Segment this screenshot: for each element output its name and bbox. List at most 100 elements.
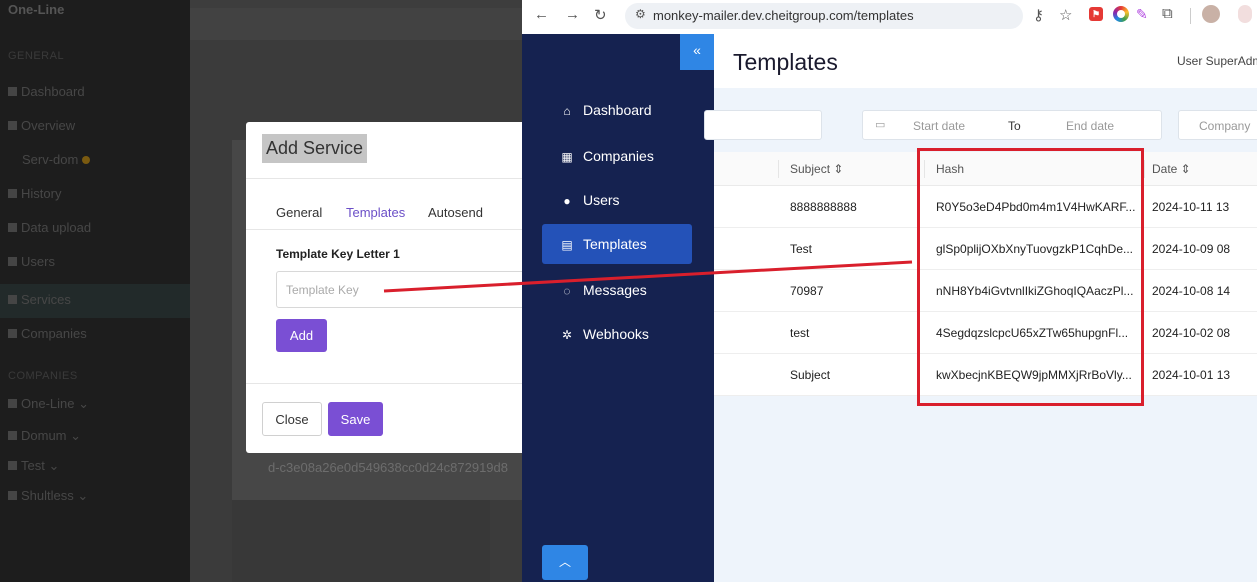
- background-company-domum: Domum ⌄: [8, 428, 81, 444]
- sidebar-item-templates[interactable]: ▤ Templates: [542, 224, 692, 264]
- divider: [246, 229, 522, 230]
- date-range-picker[interactable]: ▭ Start date To End date: [862, 110, 1162, 140]
- background-item-companies: Companies: [8, 326, 87, 341]
- background-item-serv-dom: Serv-dom: [22, 152, 91, 167]
- save-button[interactable]: Save: [328, 402, 383, 436]
- table-header: Subject ⇕ Hash Date ⇕: [714, 152, 1257, 186]
- column-divider: [1144, 160, 1145, 178]
- address-bar[interactable]: ⚙ monkey-mailer.dev.cheitgroup.com/templ…: [625, 3, 1023, 29]
- reload-icon[interactable]: ↻: [594, 6, 607, 24]
- background-section-general: GENERAL: [8, 50, 65, 62]
- background-item-overview: Overview: [8, 118, 75, 133]
- background-item-services: Services: [8, 292, 71, 307]
- header-hash: Hash: [936, 162, 965, 176]
- company-placeholder: Company: [1199, 119, 1251, 133]
- sidebar-item-webhooks[interactable]: ✲ Webhooks: [542, 314, 692, 354]
- home-icon: ⌂: [563, 104, 571, 118]
- pdf-extension-icon[interactable]: ⚑: [1089, 7, 1103, 21]
- cell-date: 2024-10-01 13: [1152, 368, 1231, 382]
- background-sidebar: One-Line GENERAL Dashboard Overview Serv…: [0, 0, 190, 582]
- add-button[interactable]: Add: [276, 319, 327, 352]
- modal-title: Add Service: [262, 134, 368, 163]
- end-date-input[interactable]: End date: [1066, 119, 1114, 133]
- template-key-input[interactable]: [276, 271, 522, 308]
- close-button[interactable]: Close: [262, 402, 322, 436]
- cell-date: 2024-10-02 08: [1152, 326, 1231, 340]
- color-extension-icon[interactable]: [1113, 6, 1129, 22]
- page-title: Templates: [733, 49, 838, 75]
- sidebar-item-dashboard[interactable]: ⌂ Dashboard: [542, 90, 692, 130]
- back-arrow-icon[interactable]: ←: [534, 6, 549, 23]
- company-select[interactable]: Company: [1178, 110, 1257, 140]
- browser-window: ← → ↻ ⚙ monkey-mailer.dev.cheitgroup.com…: [522, 0, 1257, 582]
- sidebar-item-messages[interactable]: ◌ Messages: [542, 270, 692, 310]
- scroll-top-button[interactable]: ︿: [542, 545, 588, 580]
- users-icon: [8, 431, 17, 440]
- extensions-puzzle-icon[interactable]: ⧉: [1162, 5, 1173, 22]
- table-row[interactable]: Subject kwXbecjnKBEQW9jpMMXjRrBoVly... 2…: [714, 354, 1257, 396]
- table-row[interactable]: 8888888888 R0Y5o3eD4Pbd0m4m1V4HwKARF... …: [714, 186, 1257, 228]
- search-input[interactable]: [704, 110, 822, 140]
- cell-hash: nNH8Yb4iGvtvnlIkiZGhoqIQAaczPl...: [936, 284, 1134, 298]
- users-icon: [8, 491, 17, 500]
- calendar-icon: ▭: [875, 119, 886, 131]
- background-hash-text: d-c3e08a26e0d549638cc0d24c872919d8: [268, 460, 508, 475]
- date-range-to-label: To: [1008, 119, 1021, 133]
- header-date[interactable]: Date ⇕: [1152, 152, 1257, 186]
- start-date-input[interactable]: Start date: [913, 119, 965, 133]
- site-info-icon[interactable]: ⚙: [635, 7, 646, 21]
- add-service-modal: Add Service General Templates Autosend T…: [246, 122, 522, 453]
- tab-general[interactable]: General: [276, 205, 322, 220]
- sidebar-item-users[interactable]: ● Users: [542, 180, 692, 220]
- cell-date: 2024-10-11 13: [1152, 200, 1230, 214]
- table-row[interactable]: test 4SegdqzslcpcU65xZTw65hupgnFl... 202…: [714, 312, 1257, 354]
- cell-subject: Subject: [790, 368, 831, 382]
- services-icon: [8, 295, 17, 304]
- cell-hash: kwXbecjnKBEQW9jpMMXjRrBoVly...: [936, 368, 1132, 382]
- document-icon: ▤: [561, 238, 573, 252]
- profile-avatar[interactable]: [1202, 5, 1220, 23]
- pen-extension-icon[interactable]: ✎: [1136, 6, 1148, 23]
- template-key-label: Template Key Letter 1: [276, 247, 400, 261]
- tab-templates[interactable]: Templates: [346, 205, 405, 220]
- status-dot-icon: [82, 156, 91, 164]
- cell-date: 2024-10-09 08: [1152, 242, 1231, 256]
- cell-subject: 8888888888: [790, 200, 857, 214]
- history-icon: [8, 189, 17, 198]
- cell-subject: test: [790, 326, 810, 340]
- more-menu-icon[interactable]: [1238, 5, 1252, 23]
- bookmark-star-icon[interactable]: ☆: [1059, 6, 1072, 24]
- webhook-icon: ✲: [561, 328, 573, 342]
- collapse-sidebar-button[interactable]: «: [680, 34, 714, 70]
- users-icon: [8, 399, 17, 408]
- table-row[interactable]: 70987 nNH8Yb4iGvtvnlIkiZGhoqIQAaczPl... …: [714, 270, 1257, 312]
- main-content: Templates User SuperAdmin ▭ Start date T…: [704, 34, 1257, 582]
- background-topbar: [190, 8, 522, 40]
- upload-icon: [8, 223, 17, 232]
- password-key-icon[interactable]: ⚷: [1033, 6, 1044, 24]
- grid-icon: [8, 87, 17, 96]
- tab-autosend[interactable]: Autosend: [428, 205, 483, 220]
- background-item-data-upload: Data upload: [8, 220, 91, 235]
- user-icon: ●: [563, 194, 571, 208]
- url-text[interactable]: monkey-mailer.dev.cheitgroup.com/templat…: [653, 8, 914, 23]
- background-panel-lower: [232, 500, 490, 582]
- companies-icon: [8, 329, 17, 338]
- column-divider: [924, 160, 925, 178]
- templates-table: Subject ⇕ Hash Date ⇕ 8888888888 R0Y5o3e…: [714, 152, 1257, 396]
- background-item-dashboard: Dashboard: [8, 84, 85, 99]
- user-label[interactable]: User SuperAdmin: [1177, 54, 1257, 68]
- background-item-users: Users: [8, 254, 55, 269]
- chat-icon: ◌: [563, 284, 571, 298]
- users-icon: [8, 461, 17, 470]
- header-subject[interactable]: Subject ⇕: [790, 152, 920, 186]
- divider: [246, 178, 522, 179]
- divider: [246, 383, 522, 384]
- forward-arrow-icon[interactable]: →: [565, 6, 580, 23]
- cell-hash: 4SegdqzslcpcU65xZTw65hupgnFl...: [936, 326, 1129, 340]
- background-company-one-line: One-Line ⌄: [8, 396, 89, 412]
- users-icon: [8, 257, 17, 266]
- sidebar-item-companies[interactable]: ▦ Companies: [542, 136, 692, 176]
- background-company-shultless: Shultless ⌄: [8, 488, 88, 504]
- table-row[interactable]: Test glSp0plijOXbXnyTuovgzkP1CqhDe... 20…: [714, 228, 1257, 270]
